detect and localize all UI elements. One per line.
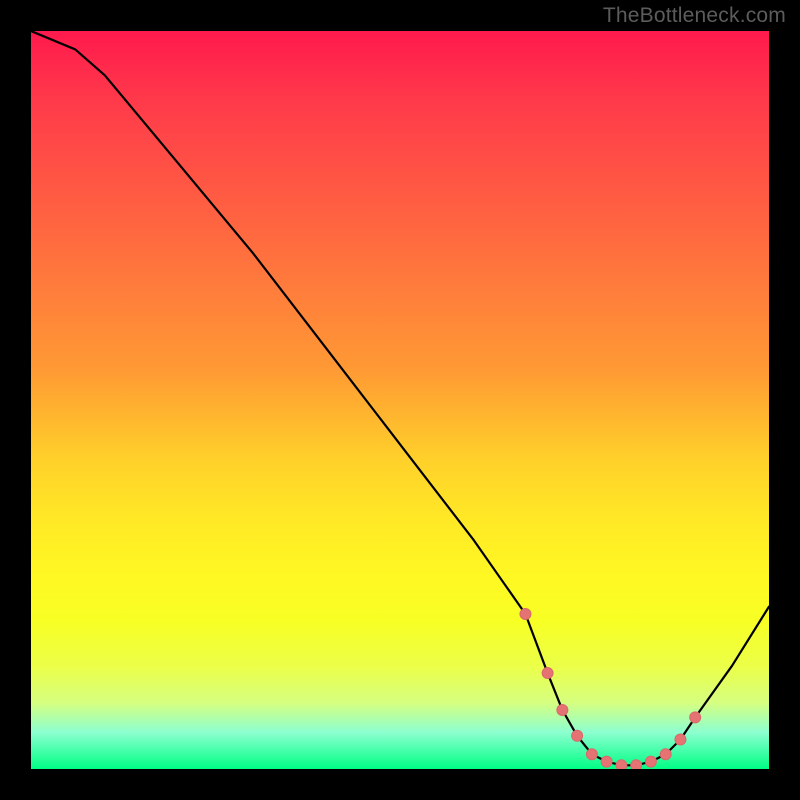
watermark-text: TheBottleneck.com	[603, 4, 786, 28]
marker-dot	[690, 712, 701, 723]
chart-stage: TheBottleneck.com	[0, 0, 800, 800]
marker-dot	[645, 756, 656, 767]
marker-dot	[542, 668, 553, 679]
marker-dot	[601, 756, 612, 767]
plot-area	[31, 31, 769, 769]
marker-dot	[557, 704, 568, 715]
marker-dot	[660, 749, 671, 760]
marker-dot	[675, 734, 686, 745]
marker-dot	[586, 749, 597, 760]
bottleneck-curve	[31, 31, 769, 769]
curve-line	[31, 31, 769, 765]
marker-dot	[616, 760, 627, 769]
marker-dot	[572, 730, 583, 741]
marker-dot	[631, 760, 642, 769]
marker-dot	[520, 609, 531, 620]
